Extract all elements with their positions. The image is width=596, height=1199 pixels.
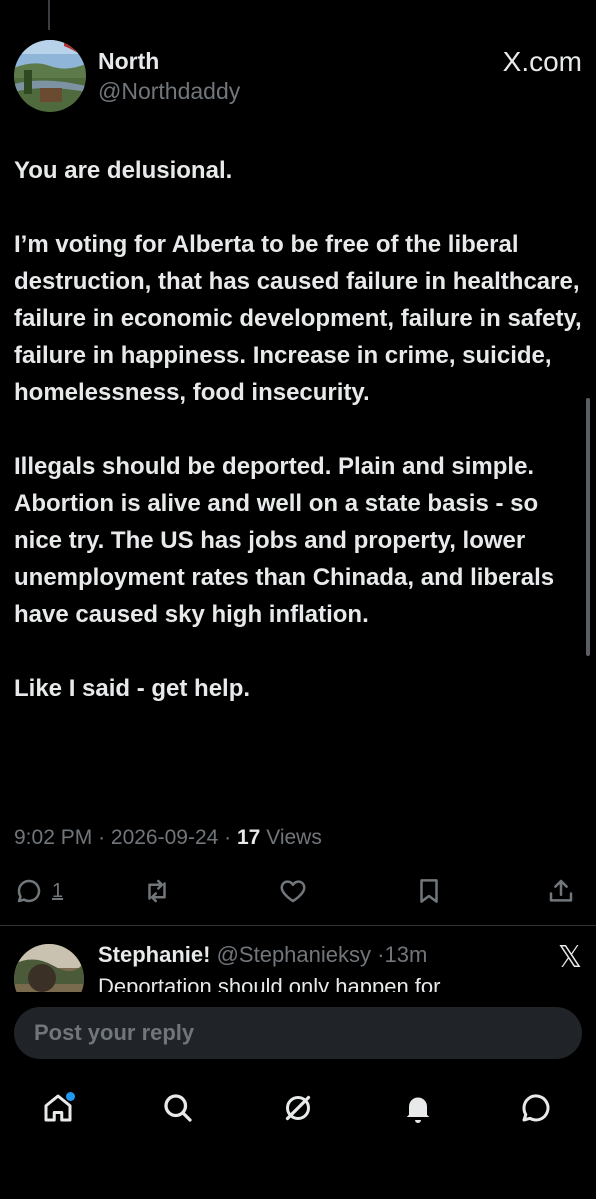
notifications-icon [406, 1097, 430, 1123]
nav-notifications[interactable] [400, 1090, 440, 1130]
reply-composer[interactable] [14, 1007, 582, 1059]
post-paragraph: Illegals should be deported. Plain and s… [14, 453, 555, 628]
repost-icon [148, 879, 166, 903]
x-com-logo: X.com [502, 46, 582, 77]
divider [0, 925, 596, 926]
views-label[interactable]: Views [266, 826, 322, 849]
search-icon [164, 1094, 192, 1122]
bookmark-icon [420, 879, 438, 903]
post-paragraph: Like I said - get help. [14, 675, 251, 702]
nav-messages[interactable] [518, 1090, 558, 1130]
reply-input[interactable] [14, 1007, 582, 1059]
nav-search[interactable] [160, 1090, 200, 1130]
reply-text: Deportation should only happen for [98, 974, 441, 992]
post-header: North @Northdaddy X.com [14, 40, 582, 114]
bookmark-button[interactable] [414, 876, 444, 906]
notification-dot [66, 1092, 75, 1101]
bottom-nav [0, 1080, 596, 1140]
reply-author-handle[interactable]: @Stephanieksy [217, 942, 371, 967]
meta-separator: · [224, 826, 237, 849]
reply-avatar[interactable] [14, 944, 84, 992]
post-date: 2026-09-24 [110, 826, 219, 849]
like-button[interactable] [278, 876, 308, 906]
post-body: You are delusional. I’m voting for Alber… [14, 152, 582, 744]
meta-separator: · [98, 826, 111, 849]
reply-button[interactable]: 1 [14, 876, 63, 906]
reply-author: Stephanie! @Stephanieksy ·13m [98, 942, 427, 968]
like-icon [280, 880, 306, 903]
reply-count: 1 [52, 879, 64, 902]
reply-preview[interactable]: Stephanie! @Stephanieksy ·13m Deportatio… [0, 930, 596, 992]
post-meta: 9:02 PM · 2026-09-24 · 17 Views [14, 826, 322, 850]
nav-home[interactable] [40, 1090, 80, 1130]
post-paragraph: You are delusional. [14, 157, 233, 184]
share-icon [549, 879, 573, 902]
grok-icon [285, 1095, 311, 1121]
action-bar: 1 [0, 870, 596, 916]
reply-author-name[interactable]: Stephanie! [98, 942, 210, 967]
nav-grok[interactable] [280, 1090, 320, 1130]
share-button[interactable] [546, 876, 576, 906]
author-avatar[interactable] [14, 40, 86, 112]
author-handle[interactable]: @Northdaddy [98, 78, 240, 105]
author-name[interactable]: North [98, 48, 159, 75]
post-time: 9:02 PM [14, 826, 93, 849]
reply-age: 13m [384, 942, 428, 967]
x-logo-icon: 𝕏 [557, 941, 582, 974]
reply-icon [17, 879, 41, 903]
thread-line [48, 0, 50, 30]
views-count: 17 [236, 826, 261, 849]
messages-icon [522, 1094, 550, 1122]
scrollbar[interactable] [586, 398, 590, 656]
repost-button[interactable] [142, 876, 172, 906]
post-paragraph: I’m voting for Alberta to be free of the… [14, 231, 582, 406]
